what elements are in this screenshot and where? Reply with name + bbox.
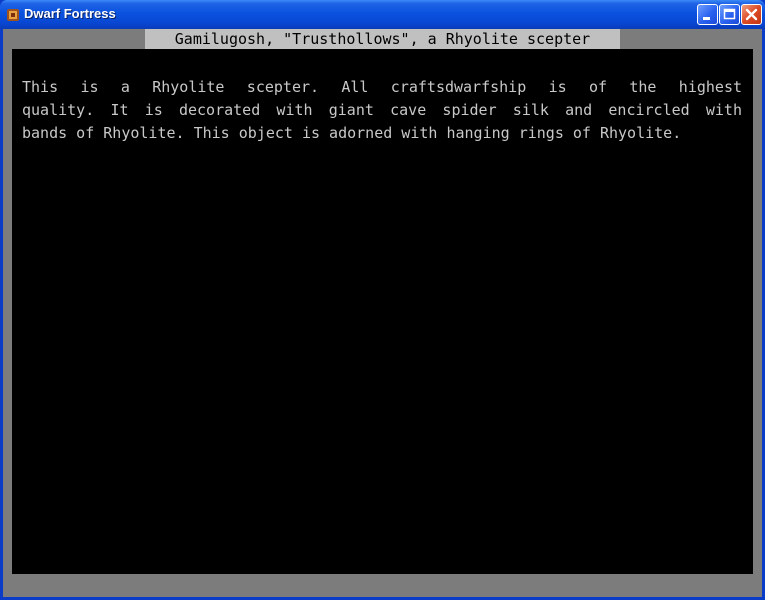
description-line: quality. It is decorated with giant cave… — [22, 101, 742, 119]
description-line: bands of Rhyolite. This object is adorne… — [22, 124, 682, 142]
minimize-button[interactable] — [697, 4, 718, 25]
title-bar[interactable]: Dwarf Fortress — [0, 0, 765, 29]
item-description: This is a Rhyolite scepter. All craftsdw… — [22, 76, 742, 145]
maximize-button[interactable] — [719, 4, 740, 25]
minimize-icon — [703, 17, 710, 20]
dwarf-fortress-icon[interactable] — [6, 7, 20, 21]
close-button[interactable] — [741, 4, 762, 25]
maximize-icon — [723, 8, 736, 20]
close-icon — [745, 8, 758, 21]
description-line: This is a Rhyolite scepter. All craftsdw… — [22, 78, 742, 96]
app-window: Dwarf Fortress Gamilugosh, "Trusthollows… — [0, 0, 765, 600]
item-title-header: Gamilugosh, "Trusthollows", a Rhyolite s… — [145, 29, 620, 49]
window-title: Dwarf Fortress — [24, 6, 116, 21]
